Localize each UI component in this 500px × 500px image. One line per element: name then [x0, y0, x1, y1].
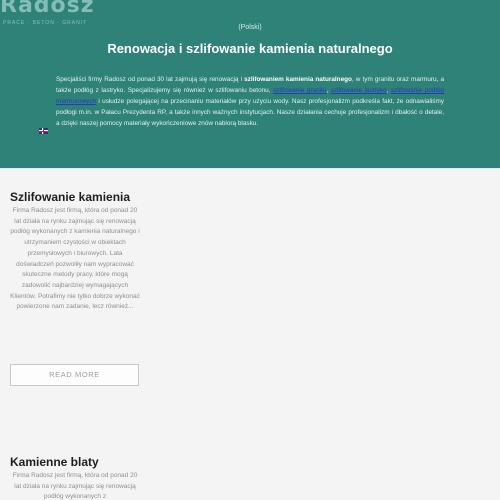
card-body: Firma Radosz jest firmą, która od ponad …: [10, 207, 140, 311]
card-title: Szlifowanie kamienia: [10, 190, 131, 204]
intro-part-3: i usłudze polegającej na przecinaniu mat…: [56, 98, 444, 127]
page-title: Renowacja i szlifowanie kamienia natural…: [107, 41, 393, 56]
link-szlifowanie-lastryko[interactable]: szlifowanie lastryko: [331, 87, 387, 94]
section-divider: [0, 168, 500, 169]
header-banner: Radosz PRACE · BETON · GRANIT (Polski) R…: [0, 0, 500, 168]
card-title: Kamienne blaty: [10, 455, 99, 469]
language-label[interactable]: (Polski): [0, 24, 500, 31]
intro-bold: szlifowaniem kamienia naturalnego: [244, 76, 352, 83]
uk-flag-icon[interactable]: [39, 128, 48, 134]
logo-text: Radosz: [0, 0, 95, 18]
card-szlifowanie-kamienia: Szlifowanie kamienia Firma Radosz jest f…: [10, 190, 140, 313]
card-body: Firma Radosz jest firmą, która od ponad …: [12, 472, 138, 500]
card-kamienne-blaty: Kamienne blaty Firma Radosz jest firmą, …: [10, 455, 140, 500]
intro-part-1: Specjaliści firmy Radosz od ponad 30 lat…: [56, 76, 245, 83]
read-more-button[interactable]: READ MORE: [10, 364, 139, 386]
intro-text: Specjaliści firmy Radosz od ponad 30 lat…: [56, 74, 444, 129]
link-szlifowanie-granitu[interactable]: szlifowanie granitu: [273, 87, 326, 94]
